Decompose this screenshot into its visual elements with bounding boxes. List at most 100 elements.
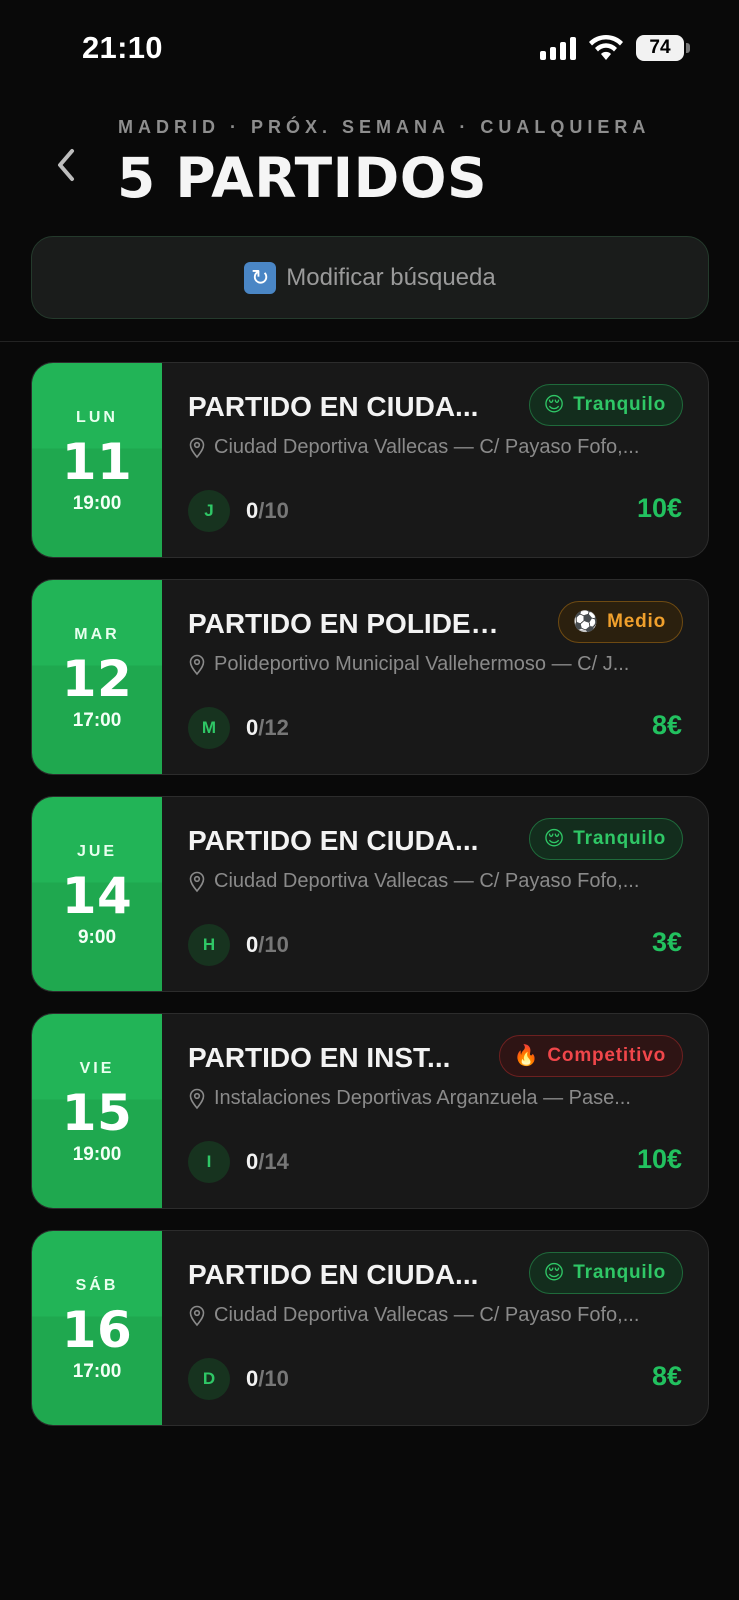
refresh-icon: ↻ bbox=[244, 261, 277, 294]
match-weekday: VIE bbox=[79, 1060, 115, 1077]
search-summary: MADRID · PRÓX. SEMANA · CUALQUIERA bbox=[118, 117, 651, 137]
match-location: Ciudad Deportiva Vallecas — C/ Payaso Fo… bbox=[188, 436, 688, 459]
match-day: 16 bbox=[61, 1301, 133, 1359]
fire-icon: 🔥 bbox=[513, 1045, 540, 1067]
back-button[interactable] bbox=[46, 140, 86, 190]
players-max: /10 bbox=[258, 1366, 289, 1391]
organizer-avatar: M bbox=[188, 707, 230, 749]
date-block: LUN 11 19:00 bbox=[32, 363, 162, 557]
players-count: 0/10 bbox=[246, 932, 289, 958]
match-time: 19:00 bbox=[72, 1144, 122, 1165]
match-title: PARTIDO EN CIUDA... bbox=[188, 391, 479, 422]
status-time: 21:10 bbox=[82, 30, 163, 65]
match-day: 12 bbox=[61, 650, 133, 708]
match-weekday: MAR bbox=[74, 626, 120, 643]
match-day: 11 bbox=[61, 433, 133, 491]
players-current: 0 bbox=[246, 498, 259, 523]
location-pin-icon bbox=[189, 437, 205, 458]
match-price: 8€ bbox=[651, 710, 682, 740]
location-pin-icon bbox=[189, 654, 205, 675]
match-title: PARTIDO EN POLIDEP... bbox=[188, 608, 503, 639]
players-max: /14 bbox=[258, 1149, 289, 1174]
match-location: Ciudad Deportiva Vallecas — C/ Payaso Fo… bbox=[188, 1304, 688, 1327]
players-count: 0/10 bbox=[246, 1366, 289, 1392]
level-badge-label: Tranquilo bbox=[573, 1262, 666, 1283]
level-badge: 😌 Tranquilo bbox=[528, 1252, 683, 1294]
level-badge: ⚽ Medio bbox=[558, 601, 683, 643]
date-block: SÁB 16 17:00 bbox=[32, 1231, 162, 1425]
relieved-face-icon: 😌 bbox=[543, 1262, 566, 1284]
modify-search-label: Modificar búsqueda bbox=[286, 263, 496, 291]
relieved-face-icon: 😌 bbox=[543, 828, 566, 850]
players-current: 0 bbox=[246, 1149, 259, 1174]
location-pin-icon bbox=[189, 1305, 205, 1326]
match-location: Polideportivo Municipal Vallehermoso — C… bbox=[188, 653, 688, 676]
match-card[interactable]: VIE 15 19:00 PARTIDO EN INST... 🔥 Compet… bbox=[31, 1013, 709, 1209]
level-badge-label: Competitivo bbox=[547, 1045, 666, 1066]
match-title: PARTIDO EN CIUDA... bbox=[188, 1259, 479, 1290]
level-badge-label: Medio bbox=[607, 611, 666, 632]
location-text: Ciudad Deportiva Vallecas — C/ Payaso Fo… bbox=[214, 870, 640, 892]
match-price: 3€ bbox=[651, 927, 682, 957]
divider bbox=[0, 341, 739, 342]
match-weekday: SÁB bbox=[75, 1277, 119, 1294]
level-badge: 😌 Tranquilo bbox=[528, 384, 683, 426]
match-day: 15 bbox=[61, 1084, 133, 1142]
level-badge: 😌 Tranquilo bbox=[528, 818, 683, 860]
chevron-left-icon bbox=[58, 149, 74, 181]
relieved-face-icon: 😌 bbox=[543, 394, 566, 416]
match-title: PARTIDO EN INST... bbox=[188, 1042, 451, 1073]
wifi-icon bbox=[589, 34, 623, 60]
match-time: 9:00 bbox=[77, 927, 117, 948]
status-bar: 21:10 74 bbox=[0, 0, 739, 100]
soccer-ball-icon: ⚽ bbox=[573, 611, 600, 633]
match-weekday: JUE bbox=[76, 843, 118, 860]
organizer-avatar: H bbox=[188, 924, 230, 966]
modify-search-button[interactable]: ↻ Modificar búsqueda bbox=[31, 236, 709, 319]
match-title: PARTIDO EN CIUDA... bbox=[188, 825, 479, 856]
match-card[interactable]: JUE 14 9:00 PARTIDO EN CIUDA... 😌 Tranqu… bbox=[31, 796, 709, 992]
battery-tip bbox=[686, 43, 690, 53]
players-current: 0 bbox=[246, 932, 259, 957]
date-block: JUE 14 9:00 bbox=[32, 797, 162, 991]
players-count: 0/10 bbox=[246, 498, 289, 524]
players-max: /10 bbox=[258, 498, 289, 523]
location-text: Polideportivo Municipal Vallehermoso — C… bbox=[214, 653, 630, 675]
players-max: /10 bbox=[258, 932, 289, 957]
organizer-avatar: I bbox=[188, 1141, 230, 1183]
level-badge-label: Tranquilo bbox=[573, 828, 666, 849]
players-current: 0 bbox=[246, 715, 259, 740]
match-location: Instalaciones Deportivas Arganzuela — Pa… bbox=[188, 1087, 688, 1110]
match-price: 10€ bbox=[636, 1144, 682, 1174]
match-weekday: LUN bbox=[76, 409, 118, 426]
match-day: 14 bbox=[61, 867, 133, 925]
match-card[interactable]: MAR 12 17:00 PARTIDO EN POLIDEP... ⚽ Med… bbox=[31, 579, 709, 775]
match-price: 8€ bbox=[651, 1361, 682, 1391]
match-time: 19:00 bbox=[72, 493, 122, 514]
date-block: VIE 15 19:00 bbox=[32, 1014, 162, 1208]
match-card[interactable]: LUN 11 19:00 PARTIDO EN CIUDA... 😌 Tranq… bbox=[31, 362, 709, 558]
location-pin-icon bbox=[189, 1088, 205, 1109]
match-list: LUN 11 19:00 PARTIDO EN CIUDA... 😌 Tranq… bbox=[31, 362, 709, 1447]
cellular-signal-icon bbox=[540, 36, 576, 60]
organizer-avatar: J bbox=[188, 490, 230, 532]
match-card[interactable]: SÁB 16 17:00 PARTIDO EN CIUDA... 😌 Tranq… bbox=[31, 1230, 709, 1426]
match-time: 17:00 bbox=[72, 1361, 122, 1382]
location-text: Ciudad Deportiva Vallecas — C/ Payaso Fo… bbox=[214, 436, 640, 458]
level-badge-label: Tranquilo bbox=[573, 394, 666, 415]
location-pin-icon bbox=[189, 871, 205, 892]
players-max: /12 bbox=[258, 715, 289, 740]
location-text: Instalaciones Deportivas Arganzuela — Pa… bbox=[214, 1087, 631, 1109]
match-time: 17:00 bbox=[72, 710, 122, 731]
players-count: 0/12 bbox=[246, 715, 289, 741]
players-current: 0 bbox=[246, 1366, 259, 1391]
level-badge: 🔥 Competitivo bbox=[498, 1035, 683, 1077]
date-block: MAR 12 17:00 bbox=[32, 580, 162, 774]
battery-icon: 74 bbox=[636, 35, 684, 61]
location-text: Ciudad Deportiva Vallecas — C/ Payaso Fo… bbox=[214, 1304, 640, 1326]
organizer-avatar: D bbox=[188, 1358, 230, 1400]
match-location: Ciudad Deportiva Vallecas — C/ Payaso Fo… bbox=[188, 870, 688, 893]
match-price: 10€ bbox=[636, 493, 682, 523]
players-count: 0/14 bbox=[246, 1149, 289, 1175]
page-title: 5 PARTIDOS bbox=[117, 146, 488, 210]
